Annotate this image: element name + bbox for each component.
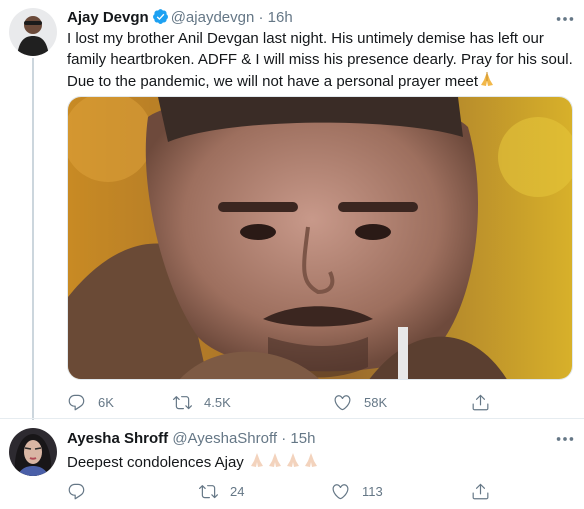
folded-hands-emoji [302,451,320,475]
reply-count: 6K [98,394,114,410]
share-icon [471,393,490,412]
tweet-body: Deepest condolences Ajay [67,454,244,471]
like-button[interactable]: 58K [333,391,387,413]
retweet-count: 4.5K [204,394,231,410]
folded-hands-emoji [248,451,266,475]
retweet-button[interactable]: 4.5K [173,391,231,413]
tweet-body: I lost my brother Anil Devgan last night… [67,30,573,90]
author-name[interactable]: Ajay Devgn [67,9,149,26]
like-count: 113 [362,483,383,499]
separator-dot: · [281,430,287,447]
reply-icon [67,393,86,412]
reply-icon [67,482,86,501]
reply-button[interactable] [67,480,98,502]
tweet-text: Deepest condolences Ajay [67,451,567,475]
timestamp[interactable]: 15h [290,430,315,447]
retweet-icon [199,482,218,501]
retweet-icon [173,393,192,412]
like-icon [333,393,352,412]
separator-dot: · [258,9,264,26]
tweet-actions: 6K 4.5K 58K [67,391,490,413]
reply-button[interactable]: 6K [67,391,114,413]
folded-hands-emoji [284,451,302,475]
verified-icon [152,8,169,25]
retweet-button[interactable]: 24 [199,480,244,502]
avatar[interactable] [9,428,57,476]
thread-line [32,58,34,420]
tweet-text: I lost my brother Anil Devgan last night… [67,28,577,94]
like-icon [331,482,350,501]
share-button[interactable] [471,391,490,413]
more-icon[interactable] [554,428,576,450]
author-handle[interactable]: @ajaydevgn [171,9,255,26]
retweet-count: 24 [230,483,245,499]
folded-hands-emoji [266,451,284,475]
tweet-header: Ajay Devgn @ajaydevgn · 16h [67,8,293,28]
tweet-header: Ayesha Shroff @AyeshaShroff · 15h [67,429,315,449]
like-count: 58K [364,394,388,410]
share-icon [471,482,490,501]
avatar[interactable] [9,8,57,56]
author-handle[interactable]: @AyeshaShroff [172,430,277,447]
author-name[interactable]: Ayesha Shroff [67,430,168,447]
tweet-photo[interactable] [67,96,573,380]
share-button[interactable] [471,480,490,502]
tweet-actions: 24 113 [67,480,490,502]
tweet-ajay[interactable]: Ajay Devgn @ajaydevgn · 16h I lost my bro… [0,0,584,420]
timestamp[interactable]: 16h [268,9,293,26]
more-icon[interactable] [554,8,576,30]
folded-hands-emoji [478,70,496,94]
tweet-ayesha[interactable]: Ayesha Shroff @AyeshaShroff · 15h Deepes… [0,419,584,509]
like-button[interactable]: 113 [331,480,383,502]
